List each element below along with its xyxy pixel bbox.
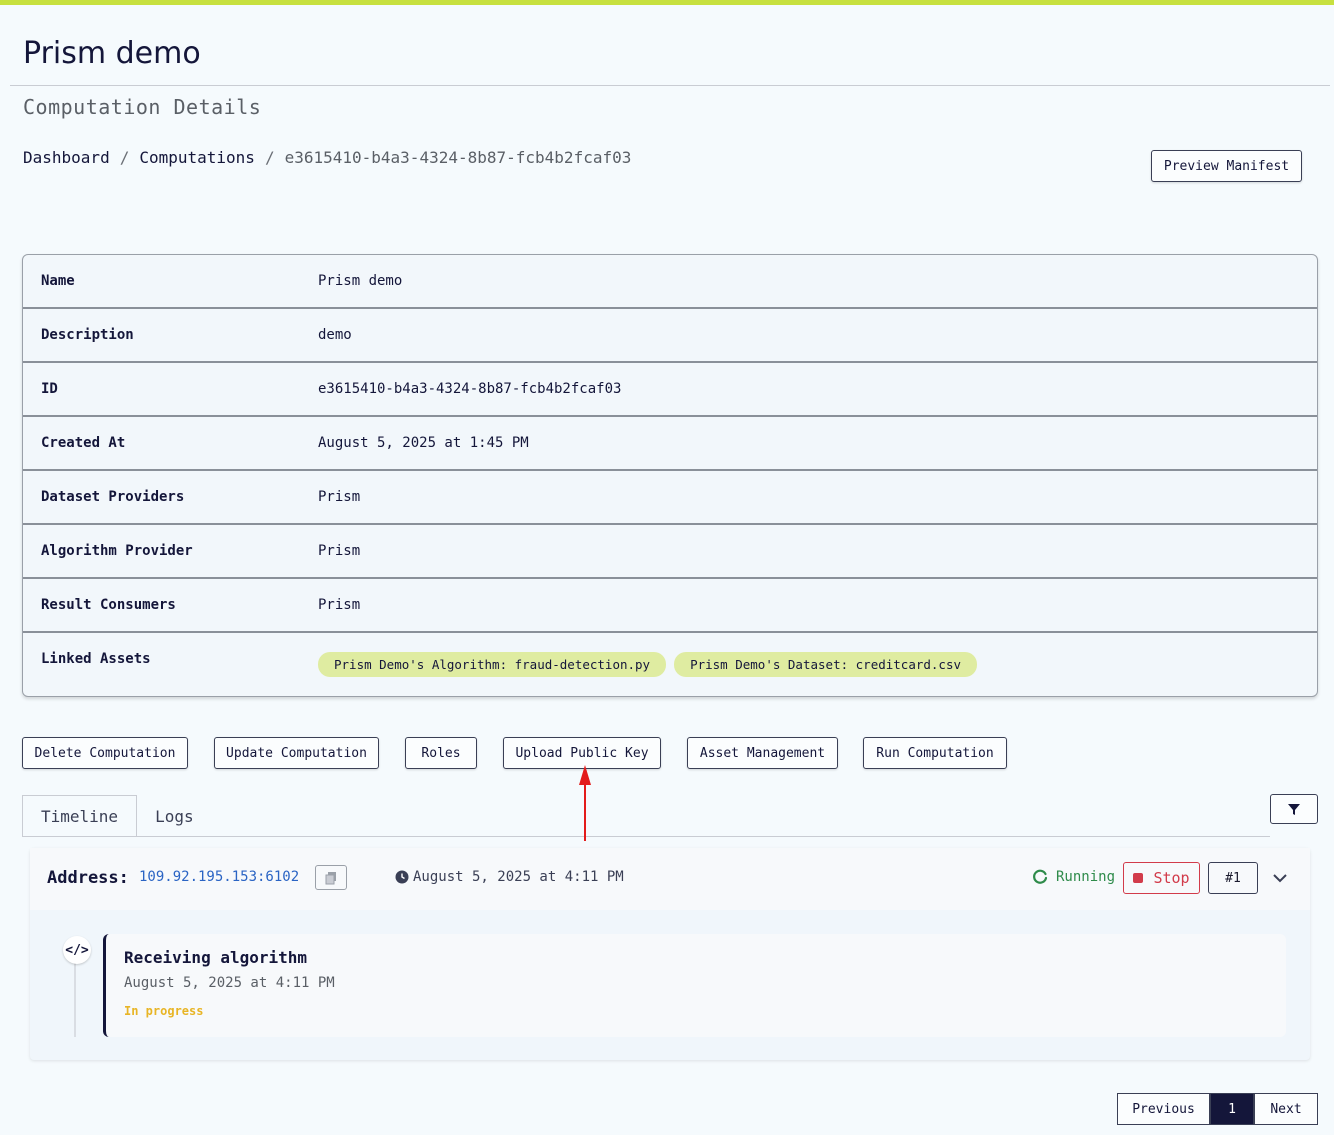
breadcrumb-separator: / — [264, 148, 275, 167]
timeline-step-card: Receiving algorithm August 5, 2025 at 4:… — [103, 934, 1286, 1037]
top-accent-bar — [0, 0, 1334, 5]
step-status: In progress — [124, 1004, 204, 1018]
copy-address-button[interactable] — [315, 865, 347, 890]
detail-value: Prism — [318, 489, 361, 505]
run-number-badge[interactable]: #1 — [1208, 862, 1258, 894]
copy-icon — [325, 871, 336, 884]
update-computation-button[interactable]: Update Computation — [214, 737, 379, 769]
detail-row-dataset-providers: Dataset Providers Prism — [23, 471, 1317, 525]
asset-chip-dataset[interactable]: Prism Demo's Dataset: creditcard.csv — [674, 652, 978, 677]
clock-icon — [395, 870, 409, 884]
detail-row-algorithm-provider: Algorithm Provider Prism — [23, 525, 1317, 579]
preview-manifest-button[interactable]: Preview Manifest — [1151, 150, 1302, 182]
delete-computation-button[interactable]: Delete Computation — [22, 737, 188, 769]
detail-row-id: ID e3615410-b4a3-4324-8b87-fcb4b2fcaf03 — [23, 363, 1317, 417]
code-icon: </> — [63, 936, 91, 964]
app-title: Prism demo — [23, 36, 201, 71]
detail-row-description: Description demo — [23, 309, 1317, 363]
chevron-down-icon[interactable] — [1272, 870, 1288, 886]
page-1-button[interactable]: 1 — [1210, 1093, 1254, 1125]
pagination: Previous 1 Next — [1117, 1093, 1318, 1125]
tab-logs[interactable]: Logs — [137, 795, 212, 837]
filter-icon — [1288, 804, 1300, 815]
tab-timeline[interactable]: Timeline — [22, 795, 138, 837]
detail-value: Prism — [318, 543, 361, 559]
detail-key: ID — [41, 381, 58, 397]
status-text: Running — [1056, 869, 1116, 885]
spinner-icon — [1033, 869, 1048, 884]
breadcrumb-computations[interactable]: Computations — [139, 148, 255, 167]
run-header: Address: 109.92.195.153:6102 August 5, 2… — [30, 848, 1310, 910]
stop-icon — [1133, 873, 1144, 883]
address-label: Address: — [47, 868, 129, 888]
previous-page-button[interactable]: Previous — [1117, 1093, 1210, 1125]
breadcrumb: Dashboard / Computations / e3615410-b4a3… — [23, 148, 631, 167]
timestamp-text: August 5, 2025 at 4:11 PM — [413, 869, 624, 885]
detail-value: e3615410-b4a3-4324-8b87-fcb4b2fcaf03 — [318, 381, 622, 397]
asset-management-button[interactable]: Asset Management — [687, 737, 838, 769]
page-subtitle: Computation Details — [23, 95, 262, 119]
timeline-connector — [74, 960, 76, 1037]
detail-value: demo — [318, 327, 352, 343]
asset-chip-algorithm[interactable]: Prism Demo's Algorithm: fraud-detection.… — [318, 652, 667, 677]
title-divider — [10, 85, 1330, 86]
detail-value: Prism demo — [318, 273, 403, 289]
detail-row-name: Name Prism demo — [23, 255, 1317, 309]
roles-button[interactable]: Roles — [405, 737, 477, 769]
detail-row-result-consumers: Result Consumers Prism — [23, 579, 1317, 633]
stop-label: Stop — [1153, 869, 1190, 887]
tab-divider — [22, 836, 1270, 837]
stop-button[interactable]: Stop — [1123, 862, 1200, 894]
run-timestamp: August 5, 2025 at 4:11 PM — [395, 869, 624, 885]
run-computation-button[interactable]: Run Computation — [863, 737, 1007, 769]
linked-assets-list: Prism Demo's Algorithm: fraud-detection.… — [318, 652, 985, 677]
detail-key: Result Consumers — [41, 597, 176, 613]
address-value: 109.92.195.153:6102 — [139, 869, 300, 885]
breadcrumb-current: e3615410-b4a3-4324-8b87-fcb4b2fcaf03 — [284, 148, 632, 167]
detail-row-created-at: Created At August 5, 2025 at 1:45 PM — [23, 417, 1317, 471]
details-table: Name Prism demo Description demo ID e361… — [22, 254, 1318, 697]
run-status: Running — [1032, 869, 1115, 885]
computation-run-panel: Address: 109.92.195.153:6102 August 5, 2… — [30, 848, 1310, 1060]
detail-key: Name — [41, 273, 75, 289]
step-title: Receiving algorithm — [124, 948, 308, 967]
detail-value: August 5, 2025 at 1:45 PM — [318, 435, 529, 451]
detail-row-linked-assets: Linked Assets Prism Demo's Algorithm: fr… — [23, 633, 1317, 695]
filter-button[interactable] — [1270, 794, 1318, 824]
next-page-button[interactable]: Next — [1254, 1093, 1318, 1125]
detail-key: Description — [41, 327, 134, 343]
detail-key: Dataset Providers — [41, 489, 185, 505]
annotation-arrow-icon — [579, 765, 591, 841]
tab-bar: Timeline Logs — [22, 795, 212, 837]
step-time: August 5, 2025 at 4:11 PM — [124, 975, 335, 991]
detail-key: Algorithm Provider — [41, 543, 193, 559]
breadcrumb-separator: / — [119, 148, 130, 167]
detail-key: Linked Assets — [41, 651, 151, 667]
detail-value: Prism — [318, 597, 361, 613]
breadcrumb-dashboard[interactable]: Dashboard — [23, 148, 110, 167]
detail-key: Created At — [41, 435, 126, 451]
